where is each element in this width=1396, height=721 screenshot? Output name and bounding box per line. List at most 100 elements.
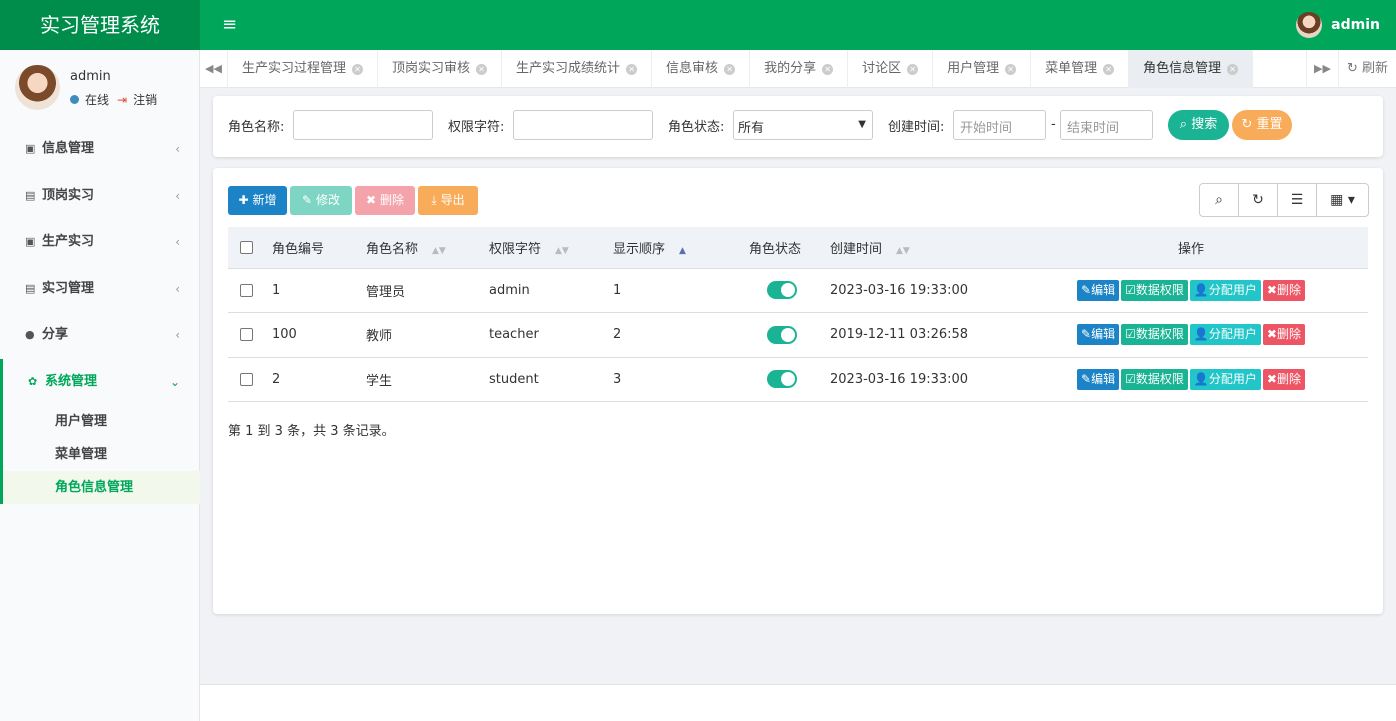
plus-icon: ✚ [238, 193, 249, 207]
tab-role-mgmt[interactable]: 角色信息管理 ✕ [1129, 50, 1254, 88]
role-name-input[interactable] [293, 110, 433, 140]
created-time-label: 创建时间: [888, 120, 945, 135]
tab-label: 菜单管理 [1045, 61, 1098, 76]
row-data-perm-button[interactable]: ☑数据权限 [1121, 279, 1188, 301]
export-button[interactable]: ⤓ 导出 [418, 186, 478, 215]
tab-discussion[interactable]: 讨论区 ✕ [848, 50, 934, 88]
tab-label: 角色信息管理 [1143, 61, 1222, 76]
row-edit-button[interactable]: ✎编辑 [1077, 279, 1120, 301]
perm-key-input[interactable] [513, 110, 653, 140]
close-icon[interactable]: ✕ [626, 64, 638, 75]
top-user-menu[interactable]: admin [1296, 12, 1380, 38]
tab-label: 生产实习成绩统计 [516, 61, 621, 76]
logout-icon[interactable]: ⇥ [117, 93, 127, 107]
action-label: 删除 [1276, 371, 1301, 386]
tab-my-share[interactable]: 我的分享 ✕ [750, 50, 849, 88]
search-toggle-icon[interactable]: ⌕ [1200, 184, 1239, 216]
cell-perm-key: student [489, 357, 613, 402]
close-icon[interactable]: ✕ [1227, 64, 1239, 75]
logout-link[interactable]: 注销 [133, 91, 157, 108]
close-icon[interactable]: ✕ [1103, 64, 1115, 75]
tab-production-process[interactable]: 生产实习过程管理 ✕ [228, 50, 379, 88]
close-icon[interactable]: ✕ [724, 64, 736, 75]
row-delete-button[interactable]: ✖删除 [1262, 279, 1305, 301]
role-table: 角色编号 角色名称 ▲▼ 权限字符 ▲▼ 显示顺序 ▲ 角色状态 创建时间 ▲▼ 操作 … [228, 227, 1368, 402]
cell-role-status [749, 357, 830, 402]
sidebar-item-system[interactable]: ✿ 系统管理 ⌄ [0, 358, 200, 405]
row-edit-button[interactable]: ✎编辑 [1077, 324, 1120, 346]
reset-button[interactable]: ↻ 重置 [1232, 110, 1292, 140]
close-icon[interactable]: ✕ [352, 64, 364, 75]
row-edit-button[interactable]: ✎编辑 [1077, 368, 1120, 390]
cell-role-name: 教师 [366, 312, 489, 358]
row-delete-button[interactable]: ✖删除 [1262, 324, 1305, 346]
sidebar-item-internship-mgmt[interactable]: ▤ 实习管理 ‹ [0, 266, 200, 313]
status-toggle[interactable] [767, 325, 797, 344]
sidebar-item-internship-post[interactable]: ▤ 顶岗实习 ‹ [0, 173, 200, 220]
role-status-select[interactable]: 所有 ▼ [733, 110, 873, 140]
edit-icon: ✎ [302, 193, 313, 207]
cell-actions: ✎编辑 ☑数据权限 👤分配用户 ✖删除 [1014, 268, 1368, 313]
row-assign-users-button[interactable]: 👤分配用户 [1189, 368, 1261, 390]
col-display-order[interactable]: 显示顺序 ▲ [613, 227, 749, 269]
sidebar-item-production[interactable]: ▣ 生产实习 ‹ [0, 219, 200, 266]
sidebar-item-label: 系统管理 [45, 373, 98, 389]
sidebar-item-share[interactable]: ● 分享 ‹ [0, 312, 200, 359]
table-row: 100 教师 teacher 2 2019-12-11 03:26:58 ✎编辑… [228, 312, 1368, 358]
refresh-icon[interactable]: ↻ [1239, 184, 1278, 216]
app-title[interactable]: 实习管理系统 [0, 0, 200, 50]
menu-toggle-icon[interactable]: ≡ [222, 14, 244, 36]
sidebar-item-users[interactable]: 用户管理 [3, 405, 200, 438]
user-status: 在线 ⇥ 注销 [70, 91, 157, 108]
chevron-left-icon: ‹ [175, 328, 180, 342]
comment-icon: ● [25, 328, 35, 341]
add-button[interactable]: ✚ 新增 [228, 186, 287, 215]
sidebar-item-label: 信息管理 [42, 141, 95, 156]
col-role-name[interactable]: 角色名称 ▲▼ [366, 227, 489, 269]
select-all-checkbox[interactable] [228, 227, 272, 269]
close-icon[interactable]: ✕ [476, 64, 488, 75]
start-time-input[interactable]: 开始时间 [953, 110, 1046, 140]
close-icon[interactable]: ✕ [907, 64, 919, 75]
search-button[interactable]: ⌕ 搜索 [1168, 110, 1229, 140]
tabs-scroll-right-icon[interactable]: ▶▶ [1306, 50, 1338, 88]
status-toggle[interactable] [767, 281, 797, 300]
sidebar-item-info[interactable]: ▣ 信息管理 ‹ [0, 126, 200, 173]
end-time-input[interactable]: 结束时间 [1060, 110, 1153, 140]
tab-production-grades[interactable]: 生产实习成绩统计 ✕ [502, 50, 653, 88]
close-icon[interactable]: ✕ [1005, 64, 1017, 75]
sort-icon: ▲▼ [432, 245, 446, 256]
cell-actions: ✎编辑 ☑数据权限 👤分配用户 ✖删除 [1014, 312, 1368, 358]
chevron-left-icon: ‹ [175, 281, 180, 296]
export-button-label: 导出 [440, 193, 465, 207]
columns-icon[interactable]: ▦ ▾ [1317, 184, 1368, 216]
delete-button[interactable]: ✖ 删除 [355, 186, 415, 215]
row-assign-users-button[interactable]: 👤分配用户 [1189, 324, 1261, 346]
edit-button[interactable]: ✎ 修改 [290, 186, 352, 215]
row-assign-users-button[interactable]: 👤分配用户 [1189, 279, 1261, 301]
sidebar-item-roles[interactable]: 角色信息管理 [3, 471, 200, 504]
tab-info-review[interactable]: 信息审核 ✕ [652, 50, 751, 88]
vcard-icon: ▤ [25, 281, 36, 295]
chevron-left-icon: ‹ [175, 235, 180, 249]
status-toggle[interactable] [767, 370, 797, 389]
col-perm-key[interactable]: 权限字符 ▲▼ [489, 227, 613, 269]
sidebar-item-menus[interactable]: 菜单管理 [3, 438, 200, 471]
row-checkbox[interactable] [228, 312, 272, 358]
row-delete-button[interactable]: ✖删除 [1262, 368, 1305, 390]
tab-user-mgmt[interactable]: 用户管理 ✕ [933, 50, 1032, 88]
row-data-perm-button[interactable]: ☑数据权限 [1121, 368, 1188, 390]
refresh-button[interactable]: ↻ 刷新 [1338, 50, 1396, 88]
tabs-scroll-left-icon[interactable]: ◀◀ [200, 50, 228, 88]
row-data-perm-button[interactable]: ☑数据权限 [1121, 324, 1188, 346]
row-checkbox[interactable] [228, 357, 272, 402]
action-label: 数据权限 [1135, 327, 1184, 342]
role-name-label: 角色名称: [228, 120, 285, 135]
row-checkbox[interactable] [228, 268, 272, 313]
card-view-icon[interactable]: ☰ [1278, 184, 1317, 216]
table-header-row: 角色编号 角色名称 ▲▼ 权限字符 ▲▼ 显示顺序 ▲ 角色状态 创建时间 ▲▼ 操作 [228, 227, 1368, 269]
close-icon[interactable]: ✕ [822, 64, 834, 75]
col-created-time[interactable]: 创建时间 ▲▼ [830, 227, 1014, 269]
tab-menu-mgmt[interactable]: 菜单管理 ✕ [1031, 50, 1130, 88]
tab-post-review[interactable]: 顶岗实习审核 ✕ [378, 50, 503, 88]
